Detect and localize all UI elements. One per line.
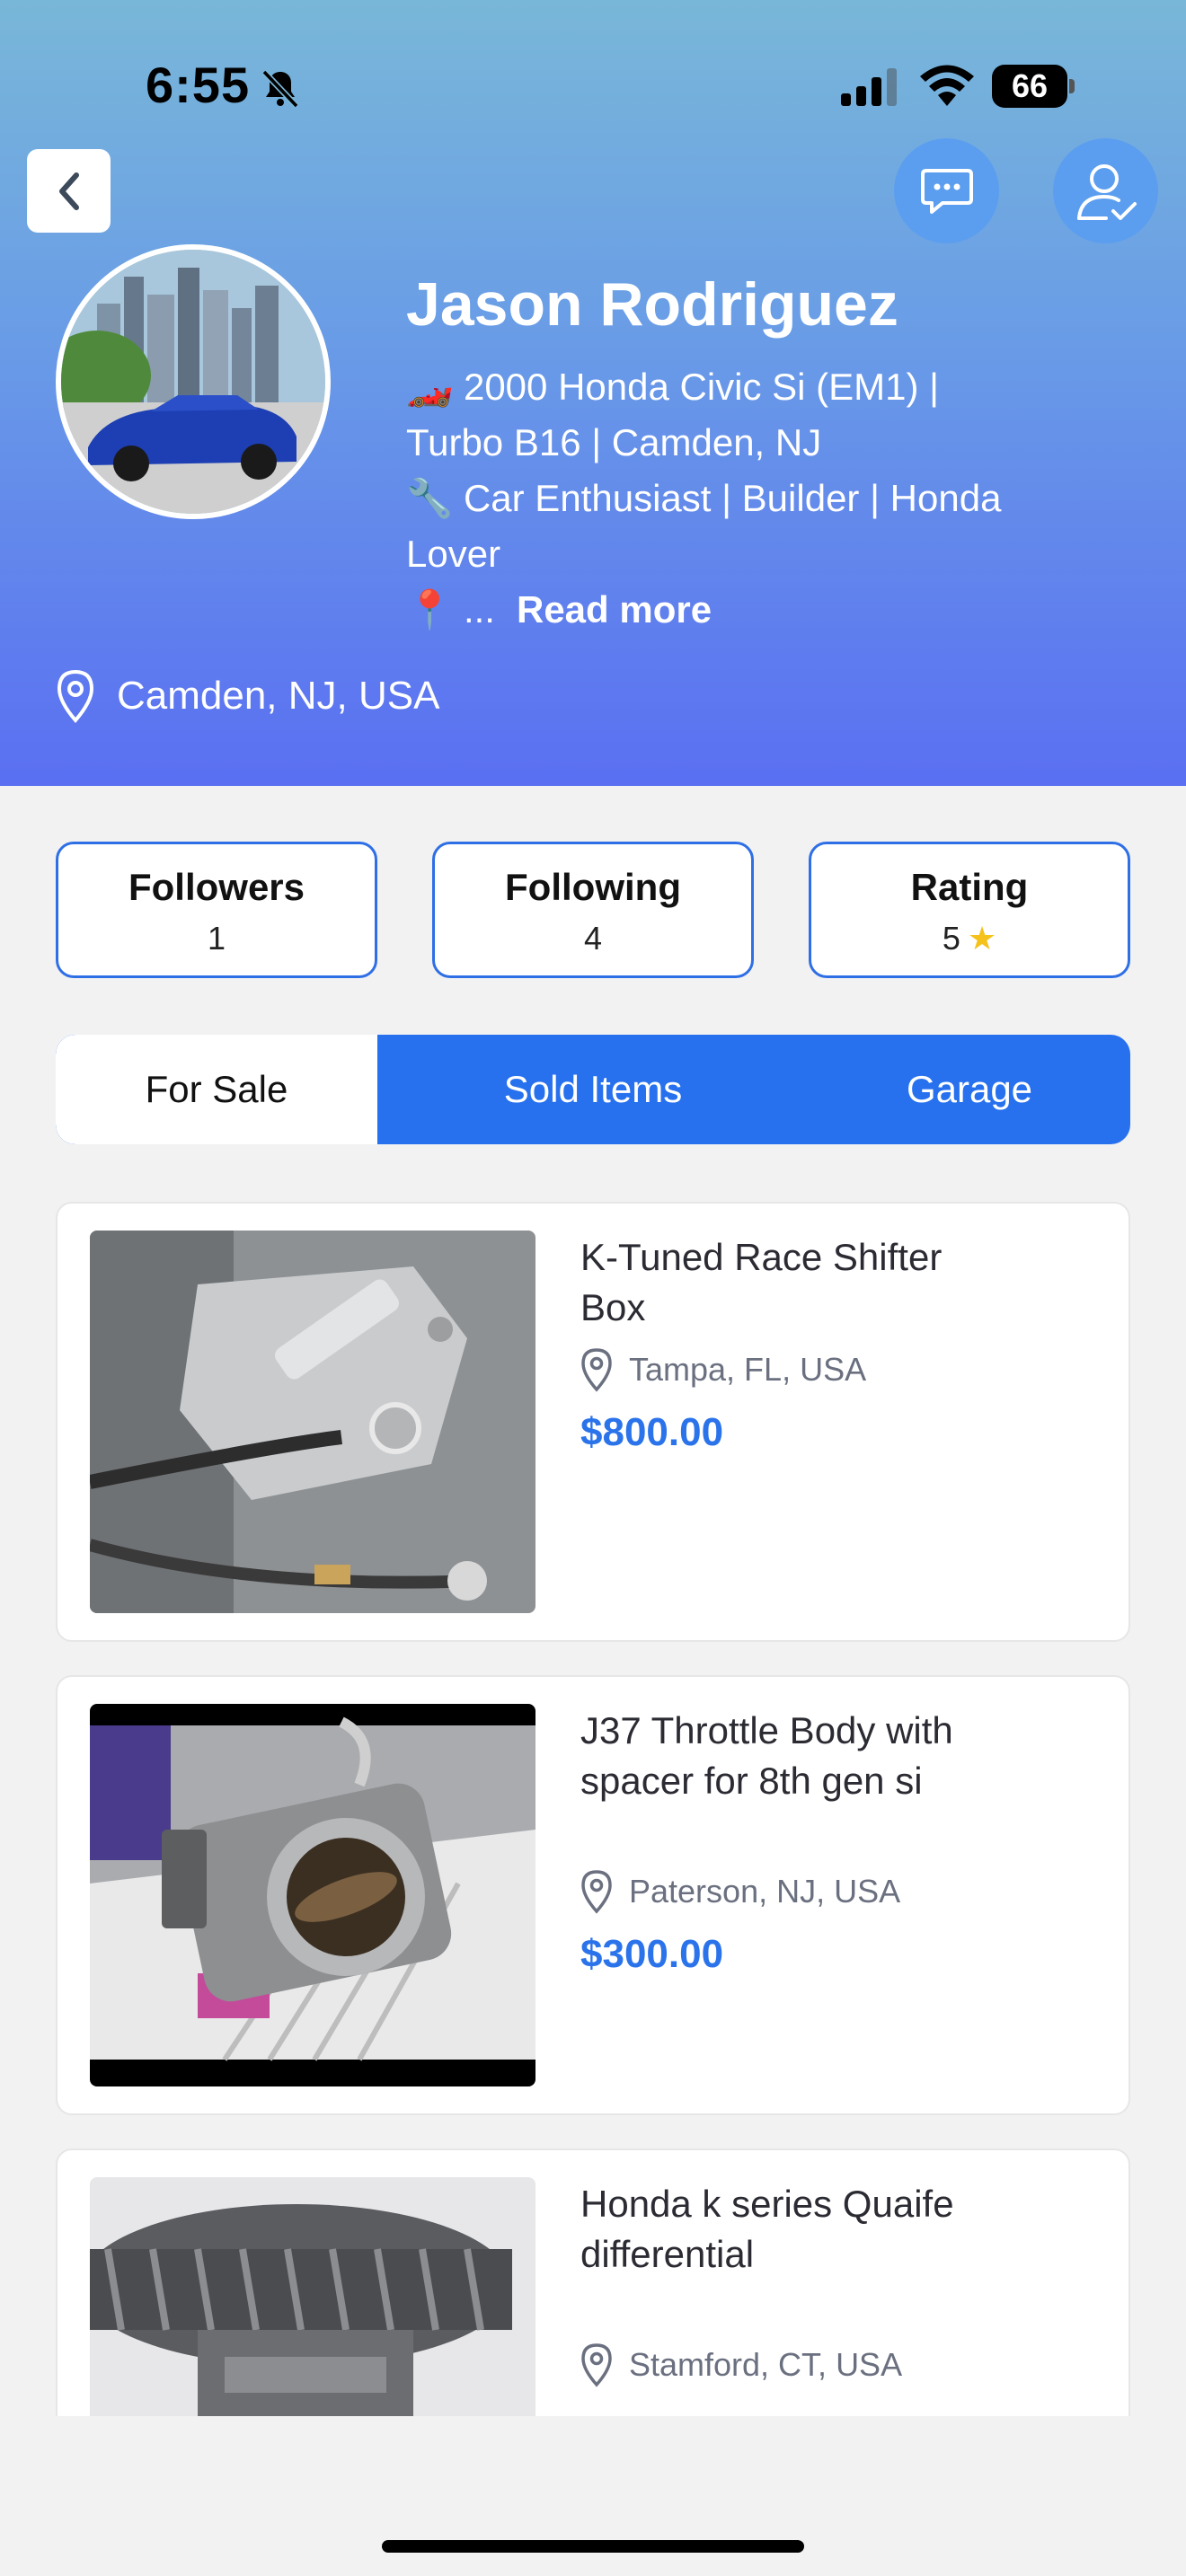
- listing-location: Stamford, CT, USA: [580, 2342, 902, 2387]
- listing-tabs: For Sale Sold Items Garage: [56, 1035, 1130, 1144]
- message-icon: [920, 168, 973, 214]
- profile-location-text: Camden, NJ, USA: [117, 674, 440, 718]
- bio-line: Turbo B16 | Camden, NJ: [406, 421, 822, 463]
- listing-image: [90, 1704, 535, 2086]
- tab-sold-items[interactable]: Sold Items: [432, 1035, 754, 1144]
- location-pin-icon: [57, 669, 94, 723]
- throttle-body-photo: [90, 1704, 535, 2086]
- listing-location-text: Tampa, FL, USA: [629, 1351, 867, 1388]
- battery-cap: [1069, 79, 1075, 93]
- rating-stat[interactable]: Rating 5 ★: [809, 842, 1130, 978]
- stat-label: Followers: [128, 866, 305, 908]
- tab-garage[interactable]: Garage: [809, 1035, 1130, 1144]
- listing-title: J37 Throttle Body with spacer for 8th ge…: [580, 1709, 953, 1802]
- listing-location-text: Paterson, NJ, USA: [629, 1873, 901, 1910]
- bio-line: 🔧 Car Enthusiast | Builder | Honda: [406, 477, 1002, 519]
- star-icon: ★: [967, 920, 997, 957]
- follow-user-button[interactable]: [1053, 138, 1158, 243]
- listing-location-text: Stamford, CT, USA: [629, 2346, 903, 2383]
- profile-header: 6:55 66 Jason Rodriguez 🏎️ 2000 Honda Ci…: [0, 0, 1186, 786]
- stat-value: 1: [207, 920, 226, 957]
- listing-card[interactable]: Honda k series Quaife differential Stamf…: [56, 2148, 1130, 2416]
- status-time: 6:55: [146, 57, 251, 113]
- location-pin-icon: [581, 1348, 612, 1392]
- battery-level: 66: [992, 65, 1067, 108]
- stat-value-row: 5 ★: [811, 920, 1128, 957]
- listing-title: Honda k series Quaife differential: [580, 2183, 954, 2275]
- stat-label: Following: [505, 866, 681, 908]
- listing-price: $300.00: [580, 1932, 724, 1976]
- listings-list: K-Tuned Race Shifter Box Tampa, FL, USA …: [0, 1186, 1186, 2416]
- differential-photo: [90, 2177, 535, 2416]
- stat-label: Rating: [910, 866, 1029, 908]
- status-bar: 6:55 66: [0, 0, 1186, 171]
- signal-icon: [841, 68, 897, 106]
- bio-line: 📍 ...: [406, 588, 495, 631]
- read-more-link[interactable]: Read more: [517, 588, 712, 631]
- stat-value: 4: [583, 920, 603, 957]
- stat-value: 5: [942, 920, 960, 957]
- listing-price: $800.00: [580, 1410, 724, 1454]
- home-indicator[interactable]: [382, 2540, 804, 2553]
- avatar[interactable]: [56, 244, 331, 519]
- avatar-image: [61, 250, 325, 514]
- profile-location: Camden, NJ, USA: [56, 665, 439, 728]
- listing-image: [90, 1231, 535, 1613]
- user-check-icon: [1076, 163, 1137, 220]
- battery-icon: 66: [992, 65, 1075, 108]
- bio-line: Lover: [406, 533, 501, 575]
- bio-line: 🏎️ 2000 Honda Civic Si (EM1) |: [406, 366, 940, 408]
- followers-stat[interactable]: Followers 1: [56, 842, 377, 978]
- shifter-box-photo: [90, 1231, 535, 1613]
- listing-title: K-Tuned Race Shifter Box: [580, 1236, 943, 1328]
- message-button[interactable]: [894, 138, 999, 243]
- wifi-icon: [920, 65, 974, 106]
- tab-for-sale[interactable]: For Sale: [56, 1035, 377, 1144]
- listing-image: [90, 2177, 535, 2416]
- listing-location: Tampa, FL, USA: [580, 1347, 866, 1392]
- bio-line-last: 📍 ... Read more: [406, 582, 1071, 638]
- profile-bio: 🏎️ 2000 Honda Civic Si (EM1) | Turbo B16…: [406, 359, 1071, 638]
- listing-location: Paterson, NJ, USA: [580, 1869, 900, 1914]
- location-pin-icon: [581, 2343, 612, 2387]
- location-pin-icon: [581, 1870, 612, 1914]
- back-button[interactable]: [27, 149, 111, 233]
- listing-card[interactable]: J37 Throttle Body with spacer for 8th ge…: [56, 1675, 1130, 2115]
- listing-card[interactable]: K-Tuned Race Shifter Box Tampa, FL, USA …: [56, 1202, 1130, 1642]
- profile-name: Jason Rodriguez: [406, 270, 898, 339]
- bell-slash-icon: [261, 69, 299, 109]
- following-stat[interactable]: Following 4: [432, 842, 754, 978]
- back-chevron-icon: [58, 172, 79, 210]
